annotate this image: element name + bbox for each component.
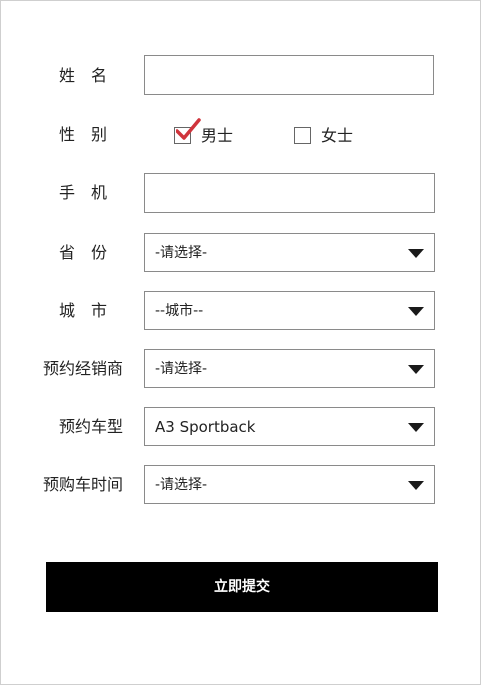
purchase-time-select[interactable]: -请选择- — [144, 465, 435, 504]
dealer-label: 预约经销商 — [42, 359, 123, 378]
caret-down-icon — [408, 423, 424, 432]
dealer-select[interactable]: -请选择- — [144, 349, 435, 388]
male-label: 男士 — [201, 126, 234, 145]
province-select-value: -请选择- — [155, 245, 208, 261]
city-select[interactable]: --城市-- — [144, 291, 435, 330]
gender-option-male[interactable]: 男士 — [174, 118, 244, 147]
phone-label: 手机 — [58, 183, 123, 202]
form-panel: 姓名 性别 男士 女士 手机 省份 -请选择- 城市 --城市-- 预约经销商 … — [0, 0, 481, 685]
name-label: 姓名 — [58, 66, 123, 85]
caret-down-icon — [408, 365, 424, 374]
purchase-time-select-value: -请选择- — [155, 477, 208, 493]
model-label: 预约车型 — [58, 417, 123, 436]
province-label: 省份 — [58, 243, 123, 262]
model-select[interactable]: A3 Sportback — [144, 407, 435, 446]
checkmark-icon — [176, 118, 201, 140]
female-label: 女士 — [321, 126, 354, 145]
female-checkbox[interactable] — [294, 127, 311, 144]
model-select-value: A3 Sportback — [155, 418, 256, 436]
city-select-value: --城市-- — [155, 303, 204, 319]
city-label: 城市 — [58, 301, 123, 320]
province-select[interactable]: -请选择- — [144, 233, 435, 272]
submit-button[interactable]: 立即提交 — [46, 562, 438, 612]
caret-down-icon — [408, 481, 424, 490]
purchase-time-label: 预购车时间 — [42, 475, 123, 494]
caret-down-icon — [408, 249, 424, 258]
phone-input[interactable] — [144, 173, 435, 213]
dealer-select-value: -请选择- — [155, 361, 208, 377]
name-input[interactable] — [144, 55, 434, 95]
caret-down-icon — [408, 307, 424, 316]
gender-option-female[interactable]: 女士 — [294, 125, 364, 147]
gender-label: 性别 — [58, 125, 123, 144]
